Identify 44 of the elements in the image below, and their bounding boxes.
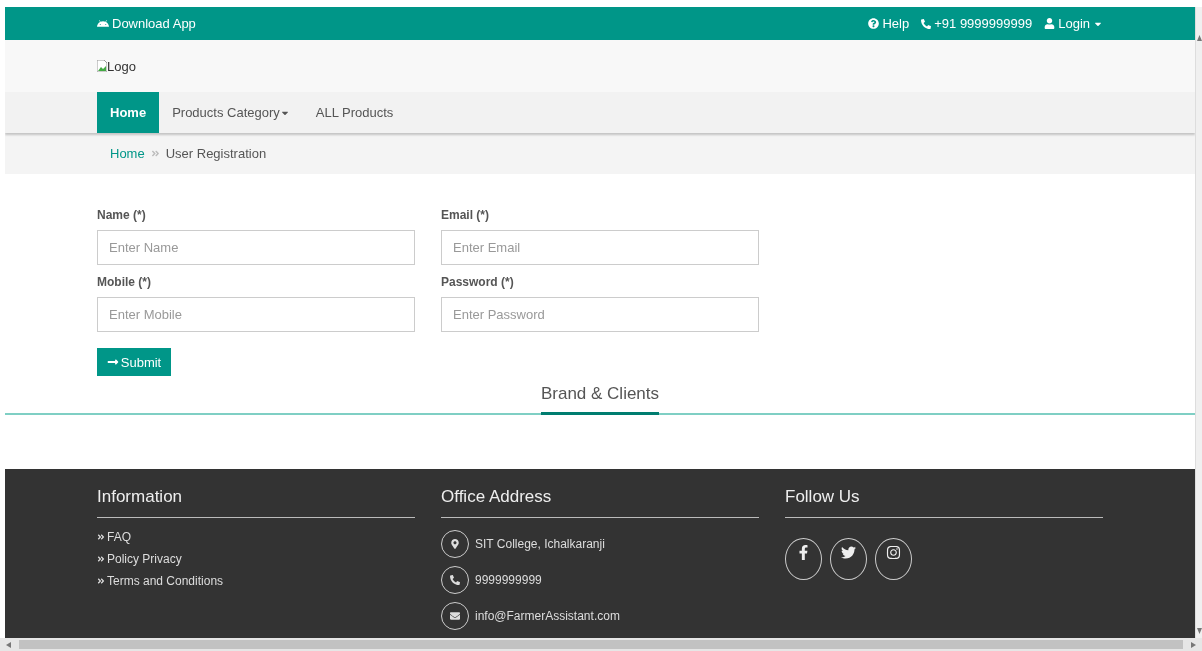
submit-button[interactable]: Submit [97,348,171,376]
nav-tab[interactable]: Home [97,92,160,133]
breadcrumb-current: User Registration [165,146,267,161]
footer-heading: Office Address [441,487,759,518]
horizontal-scrollbar[interactable] [0,638,1202,651]
breadcrumb-link[interactable]: Home [110,146,145,161]
field-label: Password (*) [441,275,515,289]
footer-link[interactable]: Policy Privacy [97,552,415,566]
field-label: Mobile (*) [97,275,152,289]
input-field[interactable]: Enter Name [97,230,415,265]
download-app-link[interactable]: Download App [97,16,196,31]
android-icon [97,17,109,30]
input-field[interactable]: Enter Email [441,230,759,265]
section-heading: Brand & Clients [540,384,660,415]
user-icon [1044,18,1056,29]
chevron-icon [97,577,105,585]
help-icon [868,18,880,29]
broken-logo-image: Logo [97,58,136,74]
footer-link[interactable]: Terms and Conditions [97,574,415,588]
office-detail: SIT College, Ichalkaranji [475,537,605,551]
chevron-icon [97,533,105,541]
office-detail: 9999999999 [475,573,542,587]
chevron-icon [97,555,105,563]
nav-tab[interactable]: Products Category [159,92,303,133]
scroll-left-icon[interactable] [6,641,11,648]
footer-heading: Follow Us [785,487,1103,518]
nav-tab[interactable]: ALL Products [302,92,407,133]
scroll-down-icon[interactable] [1196,628,1202,634]
footer-heading: Information [97,487,415,518]
input-field[interactable]: Enter Mobile [97,297,415,332]
footer-link[interactable]: FAQ [97,530,415,544]
phone-link[interactable]: +91 9999999999 [921,16,1033,31]
scroll-up-icon[interactable] [1196,35,1202,41]
input-field[interactable]: Enter Password [441,297,759,332]
office-detail: info@FarmerAssistant.com [475,609,620,623]
separator-icon [150,149,160,158]
login-dropdown[interactable]: Login [1044,16,1103,31]
field-label: Name (*) [97,208,147,222]
arrow-icon [106,356,119,368]
help-link[interactable]: Help [868,16,910,31]
phone-icon [921,18,932,29]
vertical-scrollbar[interactable] [1195,7,1202,638]
field-label: Email (*) [441,208,490,222]
scroll-right-icon[interactable] [1191,641,1196,648]
